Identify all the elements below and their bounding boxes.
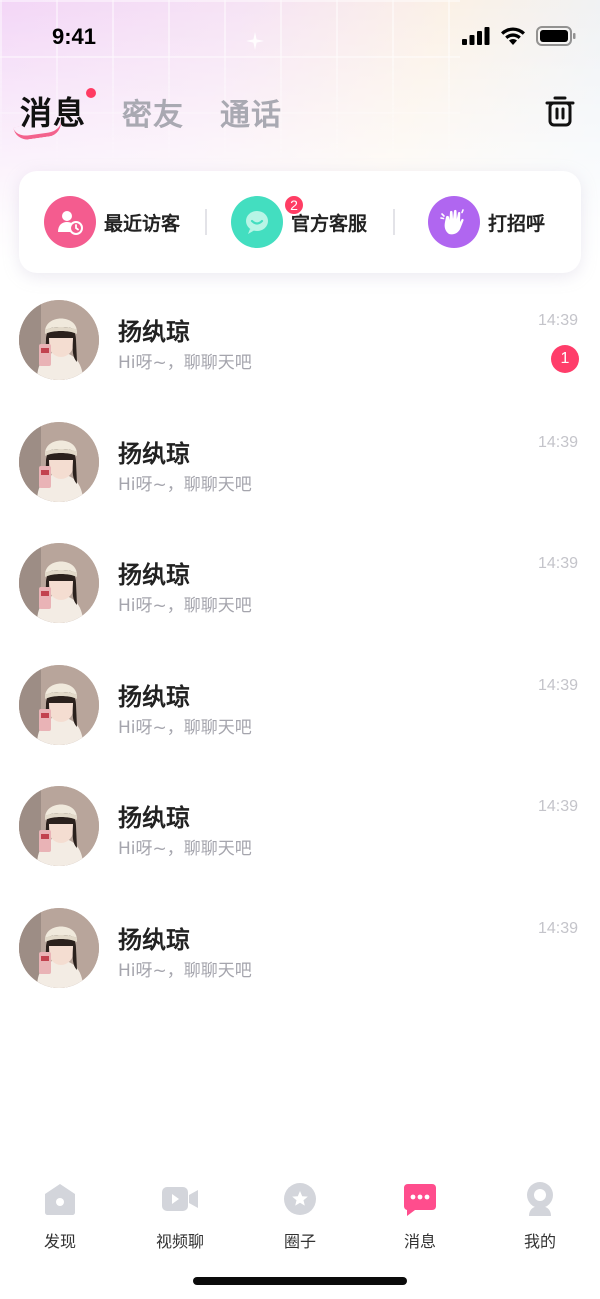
visitor-icon bbox=[44, 196, 96, 248]
status-bar: 9:41 bbox=[0, 0, 600, 76]
message-row[interactable]: 扬纨琼 Hi呀~，聊聊天吧 14:39 bbox=[0, 888, 600, 1010]
battery-icon bbox=[536, 26, 576, 46]
status-icons bbox=[462, 26, 576, 46]
contact-name: 扬纨琼 bbox=[118, 561, 190, 590]
tab-label: 消息 bbox=[20, 94, 87, 132]
star-circle-icon bbox=[284, 1183, 316, 1215]
message-preview: Hi呀~，聊聊天吧 bbox=[118, 596, 252, 617]
message-time: 14:39 bbox=[537, 676, 578, 694]
bottom-nav: 发现 视频聊 圈子 消息 我的 bbox=[0, 1180, 600, 1260]
divider bbox=[205, 209, 207, 235]
home-icon bbox=[45, 1184, 75, 1215]
tab-calls[interactable]: 通话 bbox=[220, 90, 282, 134]
message-time: 14:39 bbox=[537, 919, 578, 937]
message-preview: Hi呀~，聊聊天吧 bbox=[118, 353, 252, 373]
avatar[interactable] bbox=[19, 786, 99, 867]
message-row[interactable]: 扬纨琼 Hi呀~，聊聊天吧 14:39 1 bbox=[0, 280, 600, 402]
status-time: 9:41 bbox=[52, 24, 97, 49]
nav-label: 消息 bbox=[403, 1232, 436, 1251]
nav-label: 圈子 bbox=[283, 1232, 316, 1251]
message-time: 14:39 bbox=[537, 555, 578, 573]
message-preview: Hi呀~，聊聊天吧 bbox=[118, 839, 252, 860]
unread-badge: 1 bbox=[551, 345, 579, 373]
quick-action-label: 最近访客 bbox=[104, 212, 181, 235]
nav-label: 视频聊 bbox=[155, 1232, 204, 1251]
avatar[interactable] bbox=[19, 543, 99, 624]
message-preview: Hi呀~，聊聊天吧 bbox=[118, 717, 252, 738]
contact-name: 扬纨琼 bbox=[118, 682, 190, 711]
message-icon bbox=[404, 1184, 436, 1216]
home-indicator bbox=[193, 1277, 407, 1285]
say-hi-button[interactable]: 打招呼 bbox=[428, 196, 545, 248]
official-service-button[interactable]: 2 官方客服 bbox=[231, 194, 368, 248]
message-row[interactable]: 扬纨琼 Hi呀~，聊聊天吧 14:39 bbox=[0, 402, 600, 524]
tab-label: 通话 bbox=[220, 98, 283, 133]
quick-action-label: 官方客服 bbox=[291, 212, 368, 235]
quick-actions-card: 最近访客 2 官方客服 打招呼 bbox=[19, 171, 581, 273]
recent-visitors-button[interactable]: 最近访客 bbox=[44, 196, 180, 248]
wifi-icon bbox=[501, 26, 525, 45]
contact-name: 扬纨琼 bbox=[118, 925, 190, 954]
service-chat-icon: 2 bbox=[231, 194, 305, 248]
nav-video-chat[interactable]: 视频聊 bbox=[120, 1180, 240, 1260]
contact-name: 扬纨琼 bbox=[118, 804, 190, 833]
message-row[interactable]: 扬纨琼 Hi呀~，聊聊天吧 14:39 bbox=[0, 523, 600, 645]
message-row[interactable]: 扬纨琼 Hi呀~，聊聊天吧 14:39 bbox=[0, 645, 600, 767]
divider bbox=[393, 209, 395, 235]
tab-close-friends[interactable]: 密友 bbox=[122, 90, 184, 134]
nav-label: 我的 bbox=[523, 1232, 556, 1251]
nav-circle[interactable]: 圈子 bbox=[240, 1180, 360, 1260]
nav-discover[interactable]: 发现 bbox=[0, 1180, 120, 1260]
nav-label: 发现 bbox=[43, 1232, 76, 1251]
message-list: 扬纨琼 Hi呀~，聊聊天吧 14:39 1 扬纨琼 Hi呀~，聊聊天吧 14:39 扬纨琼… bbox=[0, 280, 600, 1010]
service-unread-badge: 2 bbox=[283, 194, 305, 216]
profile-icon bbox=[527, 1182, 553, 1216]
nav-profile[interactable]: 我的 bbox=[480, 1180, 600, 1260]
avatar[interactable] bbox=[19, 300, 99, 380]
contact-name: 扬纨琼 bbox=[118, 318, 190, 346]
trash-icon[interactable] bbox=[544, 94, 576, 128]
message-preview: Hi呀~，聊聊天吧 bbox=[118, 960, 252, 981]
message-time: 14:39 bbox=[537, 433, 578, 451]
tab-label: 密友 bbox=[122, 98, 185, 133]
signal-icon bbox=[462, 27, 490, 45]
contact-name: 扬纨琼 bbox=[118, 439, 190, 468]
quick-action-label: 打招呼 bbox=[488, 212, 546, 235]
tab-messages[interactable]: 消息 bbox=[13, 88, 97, 142]
video-icon bbox=[162, 1187, 198, 1211]
message-row[interactable]: 扬纨琼 Hi呀~，聊聊天吧 14:39 bbox=[0, 766, 600, 888]
message-time: 14:39 bbox=[537, 798, 578, 816]
avatar[interactable] bbox=[19, 664, 99, 745]
avatar[interactable] bbox=[19, 421, 99, 502]
message-preview: Hi呀~，聊聊天吧 bbox=[118, 474, 252, 495]
tab-unread-dot bbox=[86, 88, 97, 98]
message-time: 14:39 bbox=[537, 312, 578, 329]
top-tabs: 消息 密友 通话 bbox=[13, 88, 282, 142]
wave-hand-icon bbox=[428, 196, 480, 248]
nav-messages[interactable]: 消息 bbox=[360, 1180, 480, 1260]
avatar[interactable] bbox=[19, 907, 99, 988]
